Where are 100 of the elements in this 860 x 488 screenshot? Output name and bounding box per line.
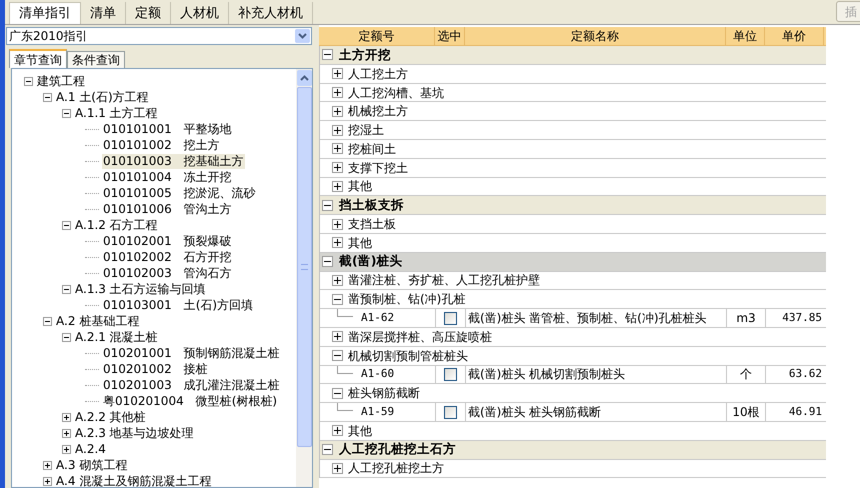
expand-icon[interactable] [43, 476, 52, 486]
tree-item[interactable]: 010101003 挖基础土方 [102, 154, 245, 168]
tab[interactable]: 定额 [126, 2, 171, 24]
tree-item[interactable]: 粤010201004 微型桩(树根桩) [102, 394, 278, 408]
column-header[interactable]: 单价 [765, 27, 824, 45]
collapse-icon[interactable] [322, 256, 333, 268]
tree-item[interactable]: 010201001 预制钢筋混凝土桩 [102, 346, 281, 360]
tree-item[interactable]: 010101006 管沟土方 [102, 202, 233, 216]
collapse-icon[interactable] [332, 350, 343, 362]
group-label[interactable]: 机械切割预制管桩桩头 [348, 346, 468, 365]
expand-icon[interactable] [62, 412, 71, 422]
guide-dropdown[interactable]: 广东2010指引 [6, 27, 312, 45]
expand-icon[interactable] [332, 425, 343, 436]
expand-icon[interactable] [332, 124, 343, 136]
tree-item[interactable]: 010103001 土(石)方回填 [102, 298, 254, 312]
column-header[interactable]: 选中 [435, 27, 465, 45]
column-header[interactable]: 定额名称 [465, 27, 726, 45]
collapse-icon[interactable] [322, 444, 333, 456]
column-header[interactable]: 定额号 [319, 27, 435, 45]
tree-item[interactable]: 010101004 冻土开挖 [102, 170, 233, 184]
group-label[interactable]: 人工挖土方 [348, 64, 408, 83]
group-label[interactable]: 支挡土板 [348, 215, 396, 234]
tree-item[interactable]: A.2 桩基础工程 [55, 314, 140, 328]
collapse-icon[interactable] [24, 76, 33, 86]
group-label[interactable]: 凿深层搅拌桩、高压旋喷桩 [348, 328, 492, 346]
tree-item[interactable]: A.2.1 混凝土桩 [74, 330, 159, 344]
tree-item[interactable]: 010102003 管沟石方 [102, 266, 233, 280]
checkbox[interactable] [444, 406, 457, 419]
tree-item[interactable]: 010201003 成孔灌注混凝土桩 [102, 378, 281, 392]
collapse-icon[interactable] [332, 294, 343, 305]
tab[interactable]: 条件查询 [67, 51, 125, 68]
expand-icon[interactable] [332, 143, 343, 154]
tree-item[interactable]: 010102002 石方开挖 [102, 250, 233, 264]
expand-icon[interactable] [332, 68, 343, 80]
section-row[interactable]: 土方开挖 [320, 46, 826, 65]
expand-icon[interactable] [332, 331, 343, 342]
collapse-icon[interactable] [43, 92, 52, 102]
section-row[interactable]: 挡土板支拆 [320, 196, 826, 216]
collapse-icon[interactable] [322, 49, 333, 60]
collapse-icon[interactable] [62, 284, 71, 294]
collapse-icon[interactable] [62, 108, 71, 118]
table-cell: 截(凿)桩头 机械切割预制桩头 [466, 366, 727, 384]
tab[interactable]: 人材机 [171, 2, 229, 24]
group-label[interactable]: 其他 [348, 234, 372, 252]
tree-item[interactable]: A.2.4 [74, 442, 107, 456]
collapse-icon[interactable] [332, 388, 343, 399]
expand-icon[interactable] [332, 162, 343, 174]
expand-icon[interactable] [332, 86, 343, 98]
group-label[interactable]: 人工挖沟槽、基坑 [348, 84, 444, 102]
scrollbar[interactable] [296, 69, 312, 487]
tree-item[interactable]: A.4 混凝土及钢筋混凝土工程 [55, 474, 212, 487]
section-row[interactable]: 人工挖孔桩挖土石方 [320, 440, 826, 460]
tree-item[interactable]: A.1.2 石方工程 [74, 218, 159, 232]
tree-item[interactable]: 010201002 接桩 [102, 362, 209, 376]
tree-item[interactable]: A.1.3 土石方运输与回填 [74, 282, 207, 296]
tree-item[interactable]: 010101002 挖土方 [102, 138, 221, 152]
group-label[interactable]: 人工挖孔桩挖土方 [348, 459, 444, 478]
tree-item[interactable]: 010101001 平整场地 [102, 122, 233, 136]
tree-item[interactable]: A.3 砌筑工程 [55, 458, 128, 472]
group-label[interactable]: 其他 [348, 422, 372, 440]
tree-item[interactable]: A.2.2 其他桩 [74, 410, 147, 424]
group-label[interactable]: 挖桩间土 [348, 140, 396, 158]
expand-icon[interactable] [332, 106, 343, 117]
group-label[interactable]: 凿灌注桩、夯扩桩、人工挖孔桩护壁 [348, 271, 540, 290]
tree-item[interactable]: 建筑工程 [36, 74, 86, 88]
tree-item[interactable]: A.1 土(石)方工程 [55, 90, 150, 104]
expand-icon[interactable] [62, 444, 71, 454]
scroll-thumb[interactable] [296, 87, 312, 447]
tree-item[interactable]: 010101005 挖淤泥、流砂 [102, 186, 257, 200]
tab[interactable]: 补充人材机 [229, 2, 313, 24]
tree-item[interactable]: A.1.1 土方工程 [74, 106, 159, 120]
group-label[interactable]: 机械挖土方 [348, 102, 408, 120]
scroll-up-icon[interactable] [296, 70, 312, 86]
tab[interactable]: 章节查询 [9, 49, 67, 68]
tab[interactable]: 清单 [81, 2, 126, 24]
table-cell: 10根 [727, 403, 766, 421]
group-label[interactable]: 挖湿土 [348, 121, 384, 140]
expand-icon[interactable] [332, 218, 343, 230]
collapse-icon[interactable] [62, 332, 71, 342]
expand-icon[interactable] [43, 460, 52, 470]
expand-icon[interactable] [332, 274, 343, 286]
checkbox[interactable] [444, 312, 457, 325]
group-label[interactable]: 凿预制桩、钻(冲)孔桩 [348, 290, 466, 308]
table-cell-text: 46.91 [788, 404, 823, 420]
tree-item[interactable]: A.2.3 地基与边坡处理 [74, 426, 195, 440]
group-label[interactable]: 其他 [348, 177, 372, 196]
collapse-icon[interactable] [43, 316, 52, 326]
tree-item[interactable]: 010102001 预裂爆破 [102, 234, 233, 248]
collapse-icon[interactable] [322, 200, 333, 211]
column-header[interactable]: 单位 [726, 27, 765, 45]
expand-icon[interactable] [332, 462, 343, 474]
group-label[interactable]: 支撑下挖土 [348, 158, 408, 177]
expand-icon[interactable] [332, 180, 343, 192]
checkbox[interactable] [444, 368, 457, 381]
expand-icon[interactable] [62, 428, 71, 438]
group-label[interactable]: 桩头钢筋截断 [348, 384, 420, 402]
expand-icon[interactable] [332, 237, 343, 248]
tab[interactable]: 清单指引 [9, 2, 81, 24]
collapse-icon[interactable] [62, 220, 71, 230]
section-row[interactable]: 截(凿)桩头 [320, 252, 826, 272]
